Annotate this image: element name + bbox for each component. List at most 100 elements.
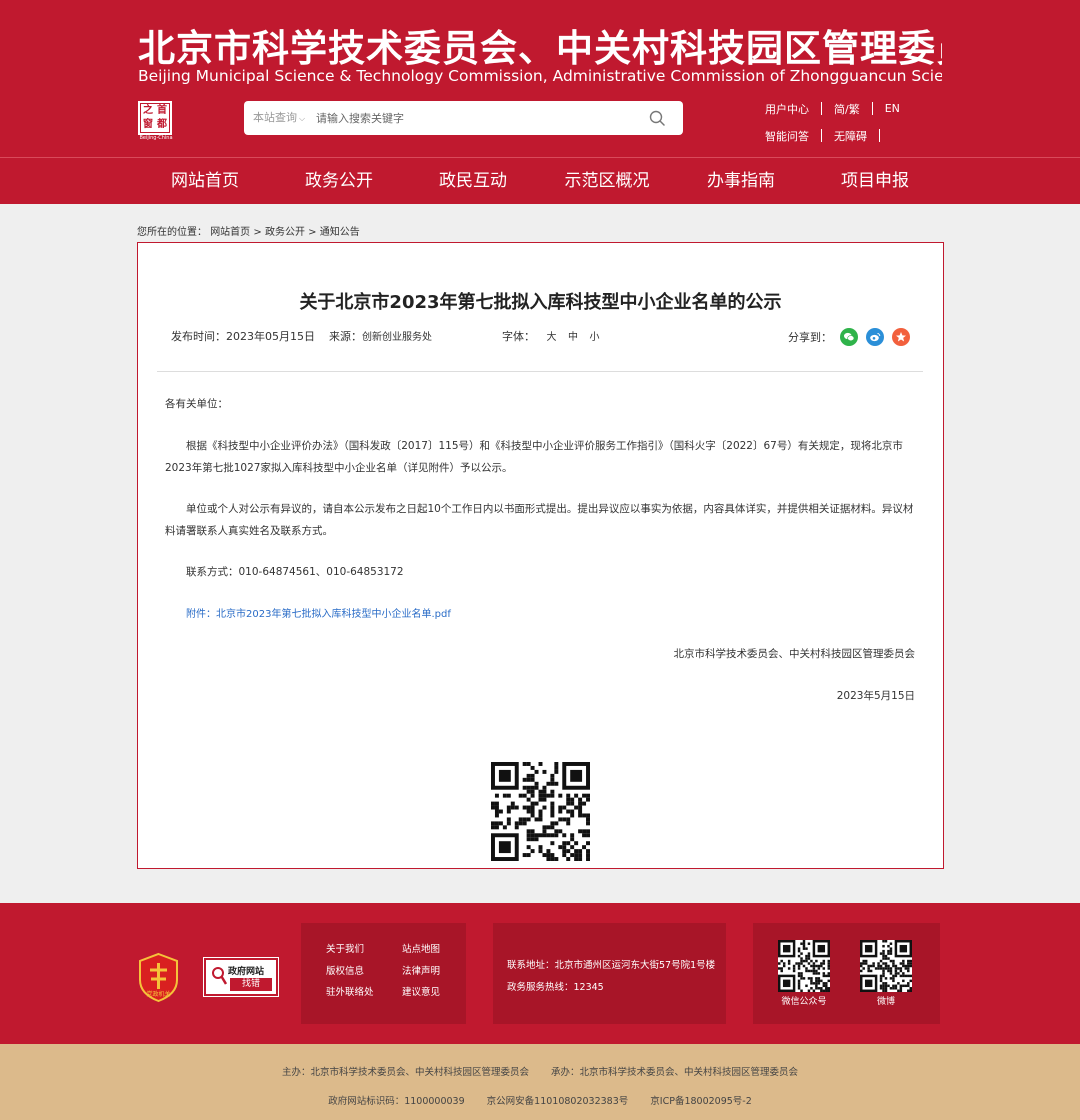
footer-hotline: 政务服务热线：12345: [507, 982, 604, 993]
logo-char: 首: [157, 105, 167, 116]
share-qzone-button[interactable]: [892, 328, 910, 346]
footer-link-legal[interactable]: 法律声明: [402, 965, 462, 980]
breadcrumb-item-affairs[interactable]: 政务公开: [265, 227, 305, 238]
nav-interaction[interactable]: 政民互动: [406, 158, 540, 204]
footer-link-about[interactable]: 关于我们: [326, 943, 402, 958]
footer-record-line: 政府网站标识码：1100000039 京公网安备11010802032383号 京I…: [0, 1093, 1080, 1107]
simplified-traditional-toggle[interactable]: 简/繁: [834, 101, 860, 117]
smart-qa-link[interactable]: 智能问答: [765, 128, 809, 144]
article-sign-date: 2023年5月15日: [836, 690, 915, 702]
attachment-link[interactable]: 附件：北京市2023年第七批拟入库科技型中小企业名单.pdf: [186, 605, 451, 620]
nav-home[interactable]: 网站首页: [138, 158, 272, 204]
divider: [821, 129, 822, 142]
footer-link-copyright[interactable]: 版权信息: [326, 965, 402, 980]
qr-code-icon: [860, 940, 912, 992]
search-scope-label: 本站查询: [253, 111, 297, 124]
breadcrumb-prefix: 您所在的位置：: [137, 227, 207, 238]
search-box: 本站查询 ⌵: [244, 101, 683, 135]
footer-organizer: 承办：北京市科学技术委员会、中关村科技园区管理委员会: [551, 1067, 799, 1078]
nav-government-affairs[interactable]: 政务公开: [272, 158, 406, 204]
site-header: 北京市科学技术委员会、中关村科技园区管理委员会 Beijing Municipa…: [0, 0, 1080, 157]
chevron-down-icon: ⌵: [299, 114, 306, 123]
font-size-control: 字体： 大 中 小: [502, 328, 600, 344]
publish-date: 2023年05月15日: [226, 330, 315, 343]
main-nav: 网站首页 政务公开 政民互动 示范区概况 办事指南 项目申报: [0, 157, 1080, 204]
star-icon: [896, 332, 906, 342]
breadcrumb: 您所在的位置： 网站首页 > 政务公开 > 通知公告: [137, 223, 360, 238]
gov-error-label: 找错: [230, 978, 272, 991]
top-links: 用户中心 简/繁 EN 智能问答 无障碍: [765, 100, 900, 154]
footer-qr-panel: 微信公众号 微博: [753, 923, 940, 1024]
nav-service-guide[interactable]: 办事指南: [674, 158, 808, 204]
article-title: 关于北京市2023年第七批拟入库科技型中小企业名单的公示: [299, 292, 782, 313]
article-paragraph: 根据《科技型中小企业评价办法》（国科发政〔2017〕115号）和《科技型中小企业…: [165, 440, 903, 474]
footer-police-record[interactable]: 京公网安备11010802032383号: [487, 1096, 629, 1107]
footer-sponsor: 主办：北京市科学技术委员会、中关村科技园区管理委员会: [281, 1067, 529, 1078]
article-paragraph: 单位或个人对公示有异议的，请自本公示发布之日起10个工作日内以书面形式提出。提出…: [165, 503, 914, 537]
site-title-en: Beijing Municipal Science & Technology C…: [138, 67, 942, 85]
footer-link-suggestions[interactable]: 建议意见: [402, 986, 462, 1001]
site-title-cn: 北京市科学技术委员会、中关村科技园区管理委员会: [138, 27, 942, 70]
footer-bottom-bar: 主办：北京市科学技术委员会、中关村科技园区管理委员会 承办：北京市科学技术委员会、…: [0, 1044, 1080, 1120]
qr-code-icon: [778, 940, 830, 992]
breadcrumb-separator: >: [253, 227, 262, 238]
party-logo-text: 党政机关: [146, 990, 170, 998]
footer-contact-panel: 联系地址：北京市通州区运河东大街57号院1号楼 政务服务热线：12345: [493, 923, 726, 1024]
wechat-icon: [844, 332, 855, 342]
article-meta: 发布时间：2023年05月15日 来源：创新创业服务处: [171, 328, 432, 344]
logo-char: 窗: [143, 119, 153, 130]
nav-zone-overview[interactable]: 示范区概况: [540, 158, 674, 204]
divider: [879, 129, 880, 142]
accessibility-link[interactable]: 无障碍: [834, 128, 867, 144]
logo-char: 都: [157, 119, 167, 130]
breadcrumb-item-notices[interactable]: 通知公告: [320, 227, 360, 238]
weibo-qr-label: 微博: [876, 997, 895, 1007]
source-label: 来源：: [329, 330, 362, 343]
footer-link-sitemap[interactable]: 站点地图: [402, 943, 462, 958]
font-size-large[interactable]: 大: [547, 332, 557, 343]
share-wechat-button[interactable]: [840, 328, 858, 346]
search-icon[interactable]: [649, 110, 665, 126]
font-size-label: 字体：: [502, 330, 535, 343]
font-size-small[interactable]: 小: [590, 332, 600, 343]
source-value: 创新创业服务处: [362, 332, 432, 343]
nav-project-application[interactable]: 项目申报: [808, 158, 942, 204]
search-input[interactable]: [316, 107, 636, 129]
logo-caption: Beijing-China: [139, 135, 173, 141]
footer-links-panel: 关于我们 站点地图 版权信息 法律声明 驻外联络处 建议意见: [301, 923, 466, 1024]
footer-icp[interactable]: 京ICP备18002095号-2: [650, 1096, 752, 1107]
article-signature: 北京市科学技术委员会、中关村科技园区管理委员会: [673, 648, 916, 660]
share-label: 分享到：: [788, 331, 832, 344]
footer-site-id[interactable]: 政府网站标识码：1100000039: [328, 1096, 464, 1107]
divider: [821, 102, 822, 115]
article-panel: 关于北京市2023年第七批拟入库科技型中小企业名单的公示 发布时间：2023年0…: [137, 242, 944, 869]
gov-website-error-report[interactable]: 政府网站 找错: [203, 957, 279, 997]
wechat-qr-label: 微信公众号: [781, 997, 827, 1007]
footer-link-liaison[interactable]: 驻外联络处: [326, 986, 402, 1001]
user-center-link[interactable]: 用户中心: [765, 101, 809, 117]
share-bar: 分享到：: [788, 328, 910, 346]
gov-error-title: 政府网站: [228, 967, 265, 977]
weibo-icon: [870, 333, 881, 342]
share-weibo-button[interactable]: [866, 328, 884, 346]
wechat-qr-code: [778, 940, 830, 992]
footer-address: 联系地址：北京市通州区运河东大街57号院1号楼: [507, 960, 716, 971]
publish-label: 发布时间：: [171, 330, 226, 343]
party-government-emblem-icon[interactable]: 党政机关: [137, 952, 180, 1003]
breadcrumb-item-home[interactable]: 网站首页: [210, 227, 250, 238]
breadcrumb-separator: >: [308, 227, 317, 238]
divider: [871, 102, 873, 115]
logo-char: 之: [143, 105, 153, 116]
magnifier-icon: [212, 967, 227, 985]
english-link[interactable]: EN: [885, 102, 900, 115]
footer-sponsor-line: 主办：北京市科学技术委员会、中关村科技园区管理委员会 承办：北京市科学技术委员会、…: [0, 1064, 1080, 1078]
site-footer: 党政机关 政府网站 找错 关于我们 站点地图 版权信息 法律声明 驻外联络处 建…: [0, 903, 1080, 1044]
font-size-medium[interactable]: 中: [568, 332, 578, 343]
article-contact: 联系方式：010-64874561、010-64853172: [186, 566, 404, 578]
search-scope-select[interactable]: 本站查询 ⌵: [253, 101, 305, 135]
article-qr-code-icon: [491, 762, 590, 861]
capital-window-logo[interactable]: 之 首 窗 都: [138, 101, 172, 135]
article-divider: [157, 371, 923, 372]
article-salutation: 各有关单位：: [165, 398, 228, 410]
weibo-qr-code: [860, 940, 912, 992]
